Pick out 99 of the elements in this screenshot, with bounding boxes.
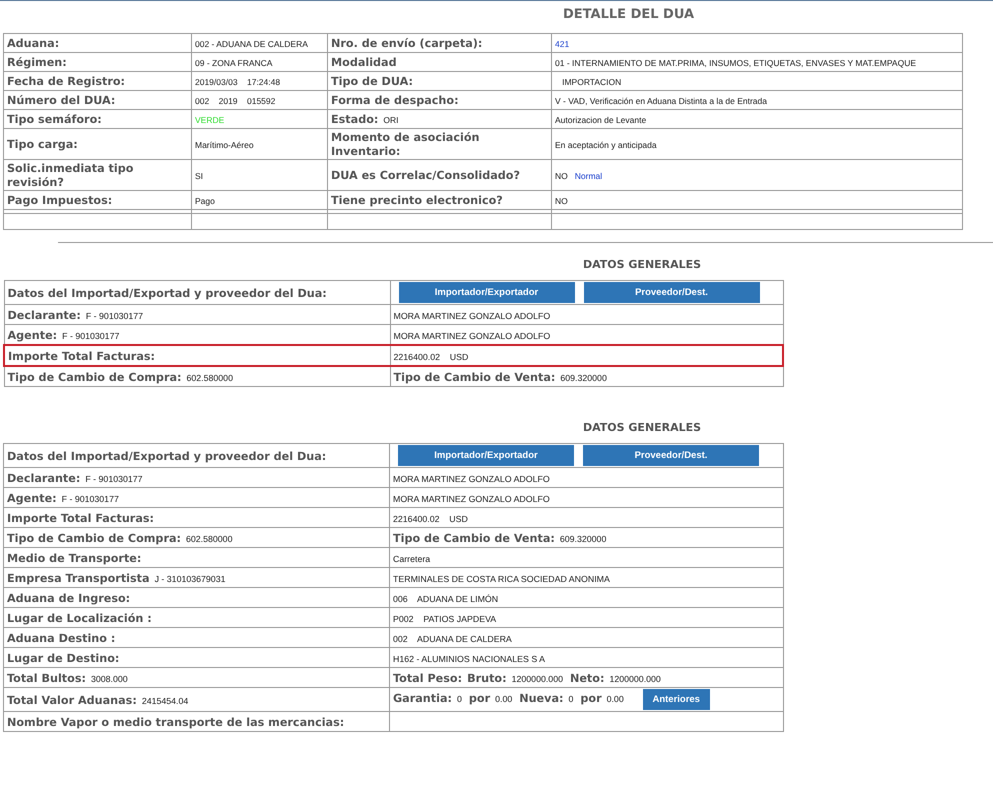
field-value: F - 901030177: [62, 494, 119, 504]
field-label: Tipo de DUA:: [331, 75, 413, 88]
field-label: DUA es Correlac/Consolidado?: [331, 169, 520, 182]
field-value: 002 2019 015592: [195, 96, 276, 106]
field-label: Lugar de Localización :: [7, 612, 152, 624]
field-label: Total Valor Aduanas:: [7, 694, 137, 706]
field-value: 2019/03/03 17:24:48: [195, 77, 280, 87]
field-value: J - 310103679031: [154, 574, 226, 584]
action-button[interactable]: Proveedor/Dest.: [583, 445, 759, 466]
field-value: V - VAD, Verificación en Aduana Distinta a la de Entrada: [555, 96, 767, 106]
field-value: Carretera: [393, 554, 430, 564]
field-label: Lugar de Destino:: [7, 652, 120, 664]
field-label: Aduana Destino :: [7, 632, 116, 644]
field-value: 002 ADUANA DE CALDERA: [393, 634, 512, 644]
field-label: Momento de asociación Inventario:: [331, 131, 480, 158]
field-value: MORA MARTINEZ GONZALO ADOLFO: [394, 310, 550, 320]
field-value: MORA MARTINEZ GONZALO ADOLFO: [393, 474, 550, 484]
field-value: SI: [195, 171, 204, 181]
field-label: Total Bultos:: [7, 672, 86, 684]
field-label: Tipo de Cambio de Venta:: [393, 532, 555, 544]
section-title: DATOS GENERALES: [582, 258, 702, 273]
field-value: En aceptación y anticipada: [555, 140, 657, 150]
field-value: MORA MARTINEZ GONZALO ADOLFO: [393, 494, 550, 504]
field-label: Garantia:: [393, 692, 452, 705]
field-label: Tipo de Cambio de Compra:: [7, 532, 181, 544]
field-label: Bruto:: [467, 672, 507, 684]
field-value: 09 - ZONA FRANCA: [195, 58, 272, 68]
field-label: Total Peso:: [393, 672, 462, 684]
action-button[interactable]: Proveedor/Dest.: [584, 282, 760, 303]
field-value: 006 ADUANA DE LIMÓN: [393, 594, 498, 604]
field-label: Datos del Importad/Exportad y proveedor del Dua:: [8, 286, 327, 300]
field-label: Fecha de Registro:: [7, 75, 126, 88]
field-value: IMPORTACION: [561, 77, 622, 87]
field-value: 1200000.000: [609, 674, 661, 684]
field-value: 0.00: [606, 694, 624, 704]
field-value: H162 - ALUMINIOS NACIONALES S A: [393, 654, 546, 664]
field-label: Tipo de Cambio de Compra:: [8, 370, 182, 384]
field-value: ORI: [383, 115, 398, 125]
field-value: Pago: [195, 196, 215, 206]
field-value: TERMINALES DE COSTA RICA SOCIEDAD ANONIMA: [393, 574, 610, 584]
field-label: Pago Impuestos:: [7, 194, 112, 207]
field-value: 609.320000: [560, 372, 607, 382]
field-label: Aduana:: [7, 37, 60, 50]
field-label: Nombre Vapor o medio transporte de las mercancias:: [7, 716, 344, 728]
field-value: F - 901030177: [62, 330, 120, 340]
field-label: Tipo semáforo:: [7, 113, 102, 126]
action-button[interactable]: Anteriores: [642, 689, 710, 710]
field-label: Estado:: [331, 113, 378, 126]
field-value: 2216400.02 USD: [393, 514, 468, 524]
field-label: Importe Total Facturas:: [7, 512, 154, 524]
field-label: Agente:: [7, 492, 57, 504]
field-value: 0: [568, 694, 574, 704]
field-label: Forma de despacho:: [331, 94, 459, 107]
field-value: 2216400.02 USD: [394, 352, 468, 362]
field-label: Número del DUA:: [7, 94, 116, 107]
action-button[interactable]: Importador/Exportador: [398, 445, 574, 466]
field-label: Importe Total Facturas:: [8, 350, 155, 362]
status-value: VERDE: [195, 115, 224, 125]
field-value: Autorizacion de Levante: [555, 115, 646, 125]
field-label: Tiene precinto electronico?: [331, 194, 503, 207]
field-label: Tipo de Cambio de Venta:: [394, 370, 556, 384]
field-value: 0.00: [495, 694, 512, 704]
field-label: Neto:: [570, 672, 604, 684]
field-value: Marítimo-Aéreo: [195, 140, 254, 150]
field-label: Nro. de envío (carpeta):: [331, 37, 482, 50]
field-value: F - 901030177: [85, 474, 143, 484]
field-label: Régimen:: [7, 56, 67, 69]
field-label: Agente:: [8, 328, 58, 342]
page-title: DETALLE DEL DUA: [562, 7, 694, 24]
link[interactable]: 421: [555, 38, 570, 48]
section-title: DATOS GENERALES: [582, 421, 702, 436]
field-label: Tipo carga:: [7, 138, 78, 151]
field-value: 2415454.04: [142, 696, 188, 706]
field-label: Empresa Transportista: [7, 572, 150, 584]
field-value: 602.580000: [186, 372, 233, 382]
field-label: Medio de Transporte:: [7, 552, 142, 564]
action-button[interactable]: Importador/Exportador: [398, 282, 574, 303]
field-label: Nueva:: [519, 692, 564, 705]
field-value: 0: [456, 694, 462, 704]
field-value: F - 901030177: [86, 310, 144, 320]
field-value: 1200000.000: [512, 674, 563, 684]
field-label: Modalidad: [331, 56, 397, 69]
field-value: 609.320000: [560, 534, 606, 544]
field-value: P002 PATIOS JAPDEVA: [393, 614, 496, 624]
field-value: 002 - ADUANA DE CALDERA: [195, 39, 308, 49]
field-label: Declarante:: [8, 308, 81, 322]
field-label: Solic.inmediata tipo revisión?: [7, 162, 134, 189]
field-value: 3008.000: [90, 674, 128, 684]
field-value: NO: [555, 170, 568, 180]
field-label: Declarante:: [7, 472, 80, 484]
field-value: 01 - INTERNAMIENTO DE MAT.PRIMA, INSUMOS, ETIQUETAS, ENVASES Y MAT.EMPAQUE: [555, 58, 916, 68]
field-label: por: [580, 692, 602, 705]
field-label: Datos del Importad/Exportad y proveedor del Dua:: [7, 450, 326, 462]
field-value: NO: [555, 196, 568, 206]
field-value: MORA MARTINEZ GONZALO ADOLFO: [394, 330, 550, 340]
field-label: por: [468, 692, 490, 705]
field-label: Aduana de Ingreso:: [7, 592, 130, 604]
field-value: 602.580000: [186, 534, 232, 544]
link[interactable]: Normal: [574, 170, 602, 180]
